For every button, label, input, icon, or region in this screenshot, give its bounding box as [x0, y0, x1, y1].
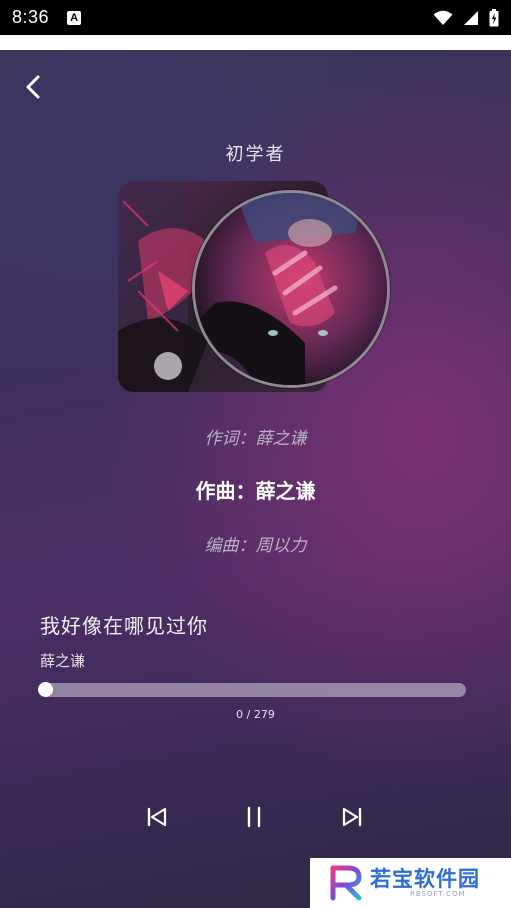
skip-previous-icon — [147, 807, 167, 827]
progress-thumb[interactable] — [38, 682, 53, 697]
pause-button[interactable] — [239, 802, 269, 832]
watermark-domain: RBSOFT.COM — [410, 890, 466, 898]
back-button[interactable] — [18, 72, 48, 102]
battery-icon — [489, 8, 499, 26]
status-icons — [433, 8, 499, 27]
song-artist: 薛之谦 — [40, 652, 86, 670]
notification-icon: A — [67, 10, 82, 25]
song-title: 我好像在哪见过你 — [40, 614, 208, 638]
album-disc — [192, 190, 390, 388]
next-button[interactable] — [337, 802, 367, 832]
arranger-credit: 编曲：周以力 — [204, 536, 307, 556]
player-screen: 初学者 作词：薛之谦 作曲：薛之谦 编曲：周以力 我好像在哪见过你 薛之谦 0 … — [0, 50, 511, 908]
skip-next-icon — [342, 807, 362, 827]
pause-icon — [247, 806, 261, 828]
lyricist-credit: 作词：薛之谦 — [204, 429, 307, 449]
watermark-name: 若宝软件园 — [370, 867, 480, 891]
chevron-left-icon — [26, 75, 40, 99]
previous-button[interactable] — [142, 802, 172, 832]
composer-credit: 作曲：薛之谦 — [195, 479, 316, 503]
status-divider — [0, 35, 511, 50]
wifi-icon — [433, 10, 453, 25]
progress-time: 0 / 279 — [236, 708, 275, 721]
status-bar: 8:36 A — [0, 0, 511, 35]
rbsoft-logo-icon — [330, 865, 362, 901]
progress-slider[interactable] — [38, 682, 466, 697]
page-title: 初学者 — [225, 144, 286, 165]
status-time: 8:36 — [12, 7, 50, 27]
watermark: 若宝软件园 RBSOFT.COM — [310, 858, 511, 908]
cell-signal-icon — [464, 10, 478, 25]
